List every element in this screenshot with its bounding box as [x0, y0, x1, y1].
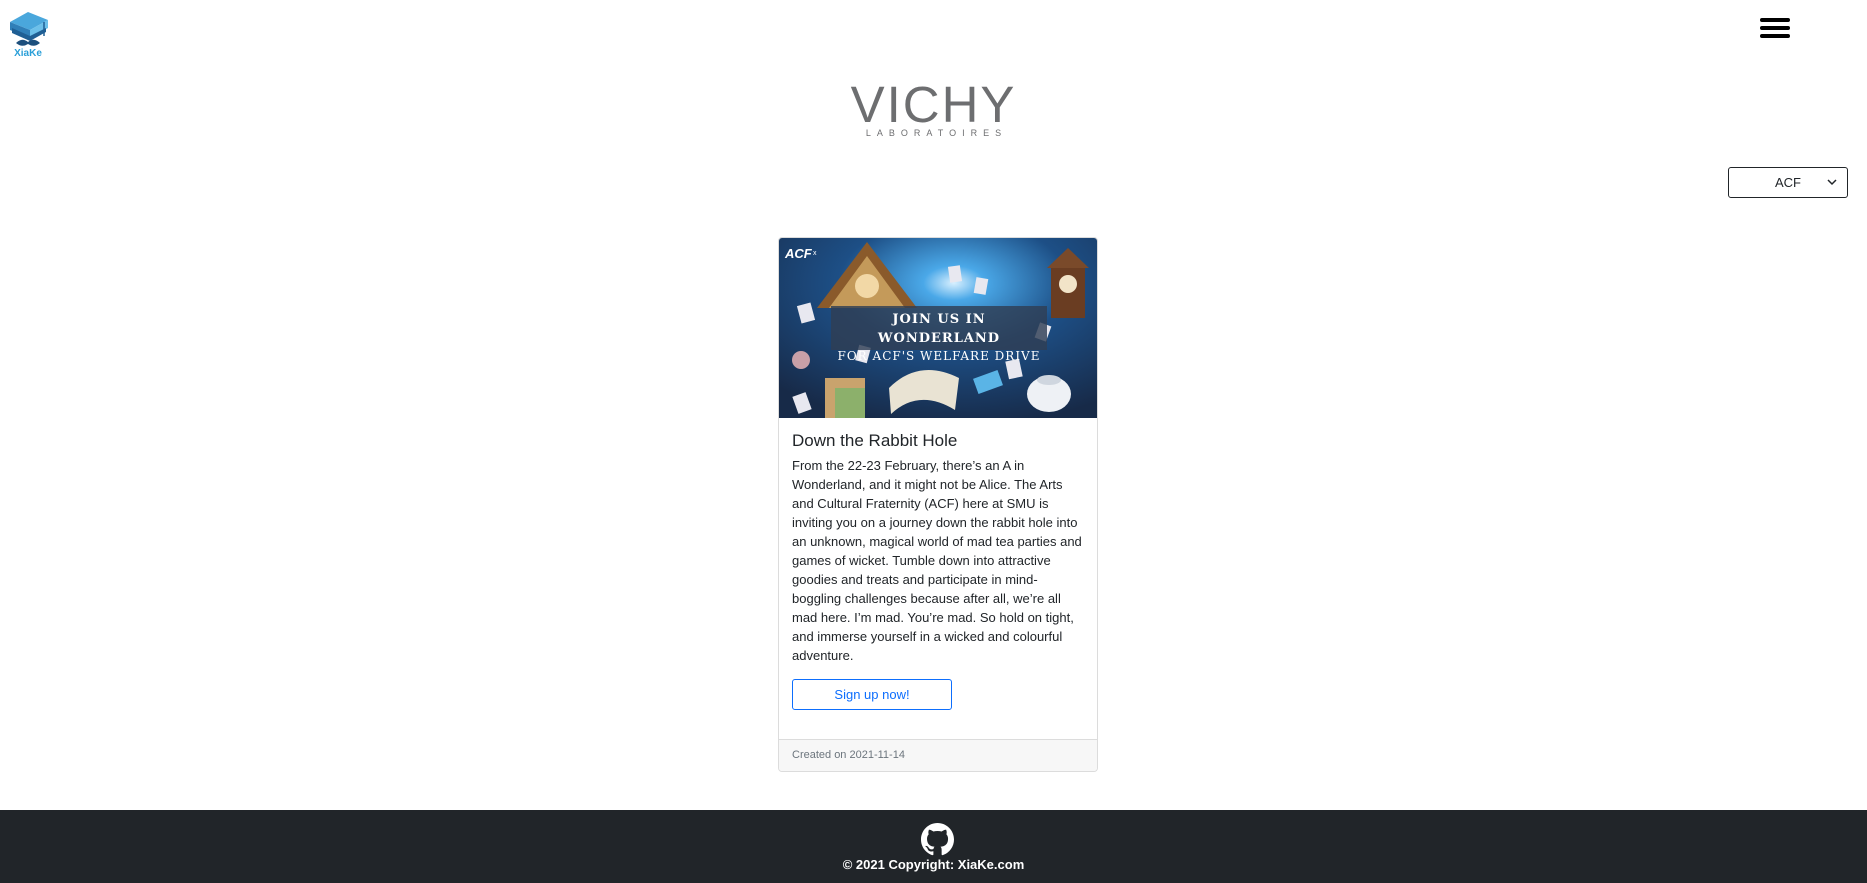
- image-banner: JOIN US IN WONDERLAND FOR ACF'S WELFARE …: [831, 306, 1047, 363]
- chevron-down-icon: [1827, 179, 1837, 186]
- card-title: Down the Rabbit Hole: [792, 431, 958, 450]
- banner-line-2: FOR ACF'S WELFARE DRIVE: [837, 349, 1041, 363]
- copyright-text: © 2021 Copyright: XiaKe.com: [842, 857, 1025, 872]
- card-description: From the 22-23 February, there’s an A in…: [792, 458, 1082, 663]
- banner-line-1: JOIN US IN WONDERLAND: [877, 312, 1001, 346]
- sign-up-button[interactable]: Sign up now!: [792, 679, 952, 710]
- brand-subtitle: LABORATOIRES: [865, 128, 1008, 138]
- event-image: ACF x JOIN US IN WONDERLAND FOR ACF'S WE…: [779, 238, 1097, 418]
- site-logo[interactable]: XiaKe: [6, 8, 50, 62]
- image-times-sign: x: [813, 250, 817, 257]
- page-footer: © 2021 Copyright: XiaKe.com: [0, 810, 1867, 883]
- hamburger-menu-icon: [1760, 18, 1790, 22]
- acf-image-logo: ACF: [785, 246, 812, 261]
- card-body: Down the Rabbit Hole From the 22-23 Febr…: [779, 418, 1097, 710]
- club-filter-select[interactable]: ACF: [1728, 167, 1848, 198]
- hamburger-line: [1760, 26, 1790, 30]
- graduation-cap-mustache-icon: [10, 12, 48, 46]
- hamburger-line: [1760, 34, 1790, 38]
- brand-name: VICHY: [850, 76, 1017, 133]
- hamburger-menu-button[interactable]: [1760, 18, 1790, 42]
- logo-text: XiaKe: [14, 48, 42, 59]
- card-created-date: Created on 2021-11-14: [779, 739, 1097, 771]
- brand-logo: VICHY LABORATOIRES: [0, 76, 1867, 138]
- event-card: ACF x JOIN US IN WONDERLAND FOR ACF'S WE…: [778, 237, 1098, 772]
- github-icon[interactable]: [921, 823, 954, 856]
